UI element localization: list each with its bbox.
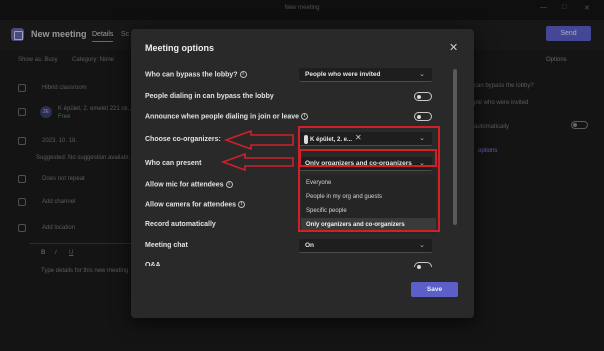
meeting-options-dialog: Meeting options ✕ Who can bypass the lob… [131, 29, 474, 318]
arrow-co-organizers [223, 129, 294, 151]
arrow-who-can-present [220, 152, 294, 172]
save-button[interactable]: Save [411, 282, 458, 297]
annotation-arrows [220, 129, 294, 172]
